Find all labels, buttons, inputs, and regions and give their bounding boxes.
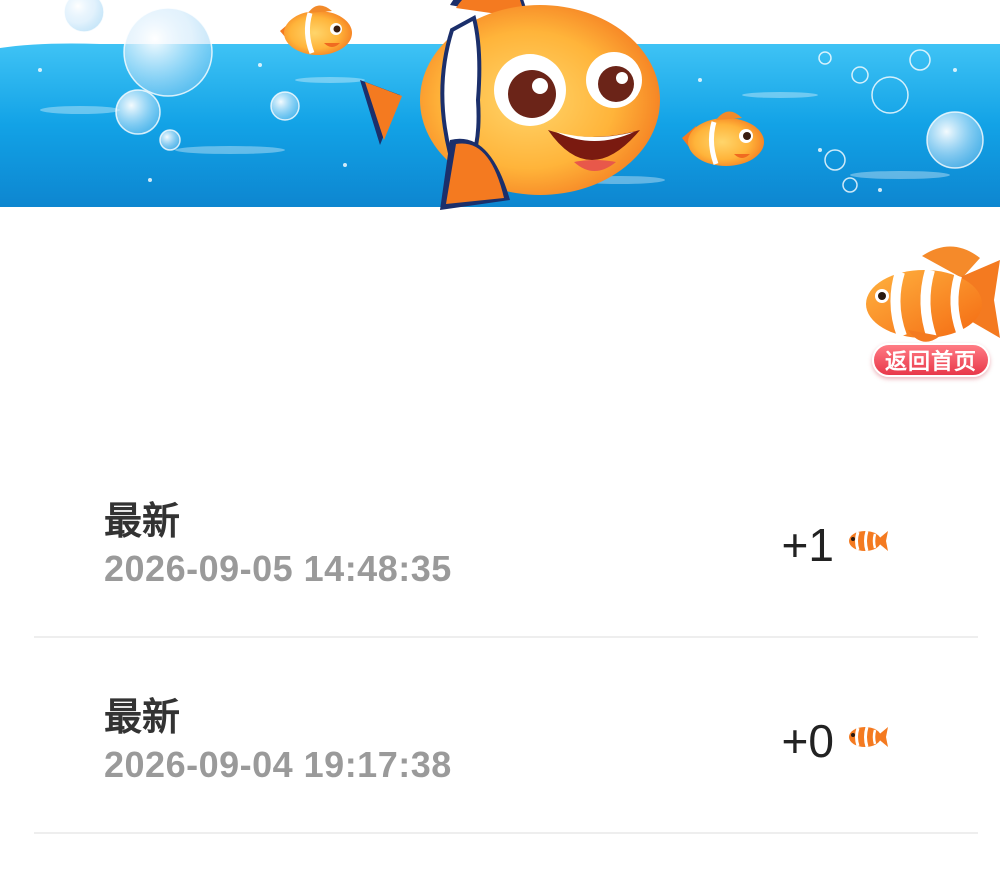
back-home-button[interactable]: 返回首页 (862, 238, 1000, 384)
header-banner (0, 0, 1000, 210)
record-amount: +0 (781, 715, 834, 767)
record-title: 最新 (104, 697, 181, 739)
record-title: 最新 (104, 501, 181, 543)
record-timestamp: 2026-09-04 19:17:38 (104, 744, 452, 785)
clownfish-icon (849, 530, 888, 552)
list-item: 最新 2026-09-04 19:17:38 +0 (34, 638, 978, 834)
record-amount: +1 (781, 519, 834, 571)
list-item: 最新 2026-09-05 14:48:35 +1 (34, 442, 978, 638)
clownfish-icon (866, 246, 1000, 342)
record-timestamp: 2026-09-05 14:48:35 (104, 548, 452, 589)
record-list: 最新 2026-09-05 14:48:35 +1 最新 2026-09-04 … (34, 442, 978, 834)
clownfish-icon (849, 726, 888, 748)
banner-illustration (0, 0, 1000, 210)
back-home-label: 返回首页 (872, 343, 990, 377)
page: 返回首页 最新 2026-09-05 14:48:35 +1 最新 2026-0… (0, 0, 1000, 870)
